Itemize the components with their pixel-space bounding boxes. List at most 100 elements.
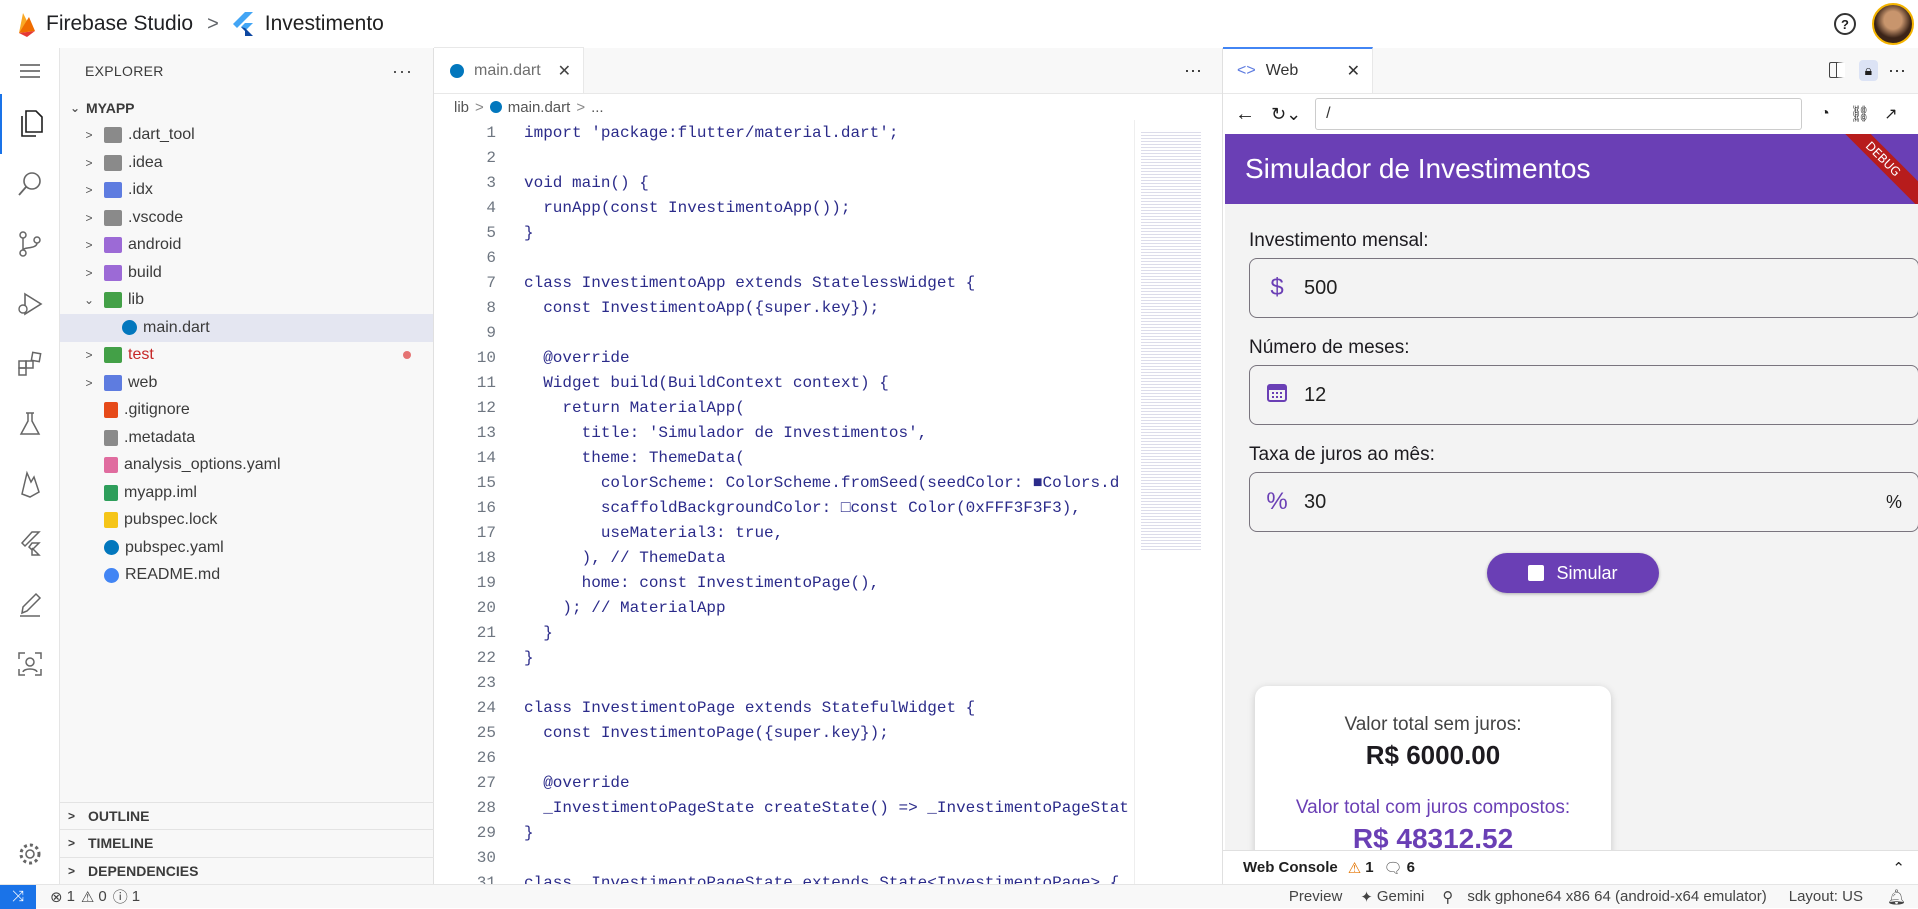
code-editor[interactable]: 1 import 'package:flutter/material.dart';… xyxy=(434,120,1134,885)
code-line[interactable]: 9 xyxy=(434,320,1134,345)
tab-main-dart[interactable]: main.dart ✕ xyxy=(434,47,584,93)
code-line[interactable]: 19 home: const InvestimentoPage(), xyxy=(434,570,1134,595)
tree-item[interactable]: pubspec.lock xyxy=(60,507,433,535)
breadcrumb-symbol[interactable]: ... xyxy=(591,99,604,116)
url-input[interactable]: / xyxy=(1315,98,1803,130)
pencil-icon[interactable] xyxy=(0,574,60,634)
search-icon[interactable] xyxy=(0,154,60,214)
warning-count[interactable]: 0 xyxy=(98,888,106,905)
code-line[interactable]: 26 xyxy=(434,745,1134,770)
layout-label[interactable]: Layout: US xyxy=(1789,888,1863,905)
web-more-icon[interactable]: ··· xyxy=(1888,60,1906,81)
tree-item[interactable]: .gitignore xyxy=(60,397,433,425)
tree-item[interactable]: README.md xyxy=(60,562,433,590)
chevron-up-icon[interactable]: ⌃ xyxy=(1892,859,1905,877)
code-line[interactable]: 8 const InvestimentoApp({super.key}); xyxy=(434,295,1134,320)
run-debug-icon[interactable] xyxy=(0,274,60,334)
interest-rate-field[interactable]: % 30 % xyxy=(1249,472,1918,532)
editor-more-icon[interactable]: ··· xyxy=(1184,60,1202,81)
close-icon[interactable]: ✕ xyxy=(558,61,571,81)
code-line[interactable]: 18 ), // ThemeData xyxy=(434,545,1134,570)
avatar[interactable] xyxy=(1872,3,1914,45)
code-line[interactable]: 7 class InvestimentoApp extends Stateless… xyxy=(434,270,1134,295)
info-count[interactable]: 1 xyxy=(132,888,140,905)
code-line[interactable]: 23 xyxy=(434,670,1134,695)
tree-item[interactable]: analysis_options.yaml xyxy=(60,452,433,480)
notifications-bell-icon[interactable]: 🔔︎ xyxy=(1887,888,1906,906)
code-line[interactable]: 15 colorScheme: ColorScheme.fromSeed(see… xyxy=(434,470,1134,495)
menu-icon[interactable] xyxy=(0,48,60,94)
code-line[interactable]: 14 theme: ThemeData( xyxy=(434,445,1134,470)
section-outline[interactable]: > OUTLINE xyxy=(60,801,434,830)
more-actions-icon[interactable]: ··· xyxy=(392,61,413,82)
tree-item[interactable]: ⌄ lib xyxy=(60,287,433,315)
tree-item[interactable]: myapp.iml xyxy=(60,479,433,507)
simulate-button[interactable]: Simular xyxy=(1487,553,1659,593)
link-icon[interactable]: ⛓︎ xyxy=(1850,104,1870,124)
split-view-icon[interactable] xyxy=(1828,62,1845,78)
code-line[interactable]: 29} xyxy=(434,820,1134,845)
code-line[interactable]: 20 ); // MaterialApp xyxy=(434,595,1134,620)
code-line[interactable]: 1 import 'package:flutter/material.dart'; xyxy=(434,120,1134,145)
code-line[interactable]: 3 void main() { xyxy=(434,170,1134,195)
tree-item[interactable]: > .dart_tool xyxy=(60,122,433,150)
performance-icon[interactable]: ◔ xyxy=(1820,105,1830,123)
screen-capture-icon[interactable] xyxy=(0,634,60,694)
code-line[interactable]: 13 title: 'Simulador de Investimentos', xyxy=(434,420,1134,445)
code-line[interactable]: 5} xyxy=(434,220,1134,245)
tree-item[interactable]: > web xyxy=(60,369,433,397)
reload-icon[interactable]: ↻⌄ xyxy=(1271,104,1301,125)
code-line[interactable]: 6 xyxy=(434,245,1134,270)
flutter-icon[interactable] xyxy=(0,514,60,574)
web-console-bar[interactable]: Web Console ⚠ 1 🗨︎ 6 ⌃ xyxy=(1223,850,1918,884)
breadcrumb-lib[interactable]: lib xyxy=(454,99,469,116)
source-control-icon[interactable] xyxy=(0,214,60,274)
code-line[interactable]: 30 xyxy=(434,845,1134,870)
tree-root[interactable]: ⌄ MYAPP xyxy=(60,94,433,122)
project-name[interactable]: Investimento xyxy=(232,12,384,36)
minimap[interactable] xyxy=(1134,120,1222,884)
code-line[interactable]: 25 const InvestimentoPage({super.key}); xyxy=(434,720,1134,745)
tree-item[interactable]: > build xyxy=(60,259,433,287)
lock-icon[interactable]: 🔒︎ xyxy=(1858,59,1879,81)
monthly-investment-field[interactable]: $ 500 xyxy=(1249,258,1918,318)
gemini-button[interactable]: Gemini xyxy=(1377,888,1425,905)
code-line[interactable]: 10 @override xyxy=(434,345,1134,370)
help-icon[interactable]: ? xyxy=(1834,13,1856,35)
code-line[interactable]: 28 _InvestimentoPageState createState() … xyxy=(434,795,1134,820)
code-line[interactable]: 16 scaffoldBackgroundColor: □const Color… xyxy=(434,495,1134,520)
explorer-icon[interactable] xyxy=(0,94,60,154)
firebase-icon[interactable] xyxy=(0,454,60,514)
code-line[interactable]: 21 } xyxy=(434,620,1134,645)
tree-item[interactable]: > test xyxy=(60,342,433,370)
code-line[interactable]: 2 xyxy=(434,145,1134,170)
settings-gear-icon[interactable] xyxy=(0,824,60,884)
code-line[interactable]: 27 @override xyxy=(434,770,1134,795)
preview-button[interactable]: Preview xyxy=(1289,888,1342,905)
tree-item[interactable]: > .idea xyxy=(60,149,433,177)
brand[interactable]: Firebase Studio xyxy=(16,11,193,37)
tree-item[interactable]: > .idx xyxy=(60,177,433,205)
tree-item[interactable]: .metadata xyxy=(60,424,433,452)
back-arrow-icon[interactable]: ← xyxy=(1235,103,1255,126)
code-line[interactable]: 24 class InvestimentoPage extends Statefu… xyxy=(434,695,1134,720)
code-line[interactable]: 12 return MaterialApp( xyxy=(434,395,1134,420)
testing-flask-icon[interactable] xyxy=(0,394,60,454)
tree-item[interactable]: > android xyxy=(60,232,433,260)
tree-item[interactable]: main.dart xyxy=(60,314,433,342)
code-line[interactable]: 17 useMaterial3: true, xyxy=(434,520,1134,545)
section-timeline[interactable]: > TIMELINE xyxy=(60,829,434,857)
tree-item[interactable]: pubspec.yaml xyxy=(60,534,433,562)
close-icon[interactable]: ✕ xyxy=(1347,61,1360,81)
device-label[interactable]: sdk gphone64 x86 64 (android-x64 emulato… xyxy=(1467,888,1766,905)
code-line[interactable]: 22} xyxy=(434,645,1134,670)
tree-item[interactable]: > .vscode xyxy=(60,204,433,232)
open-external-icon[interactable]: ↗ xyxy=(1884,104,1897,124)
error-count[interactable]: 1 xyxy=(67,888,75,905)
code-line[interactable]: 11 Widget build(BuildContext context) { xyxy=(434,370,1134,395)
remote-icon[interactable]: ⤨ xyxy=(0,884,36,909)
code-line[interactable]: 31 class _InvestimentoPageState extends S… xyxy=(434,870,1134,885)
code-line[interactable]: 4 runApp(const InvestimentoApp()); xyxy=(434,195,1134,220)
extensions-icon[interactable] xyxy=(0,334,60,394)
tab-web[interactable]: <> Web ✕ xyxy=(1223,47,1373,93)
